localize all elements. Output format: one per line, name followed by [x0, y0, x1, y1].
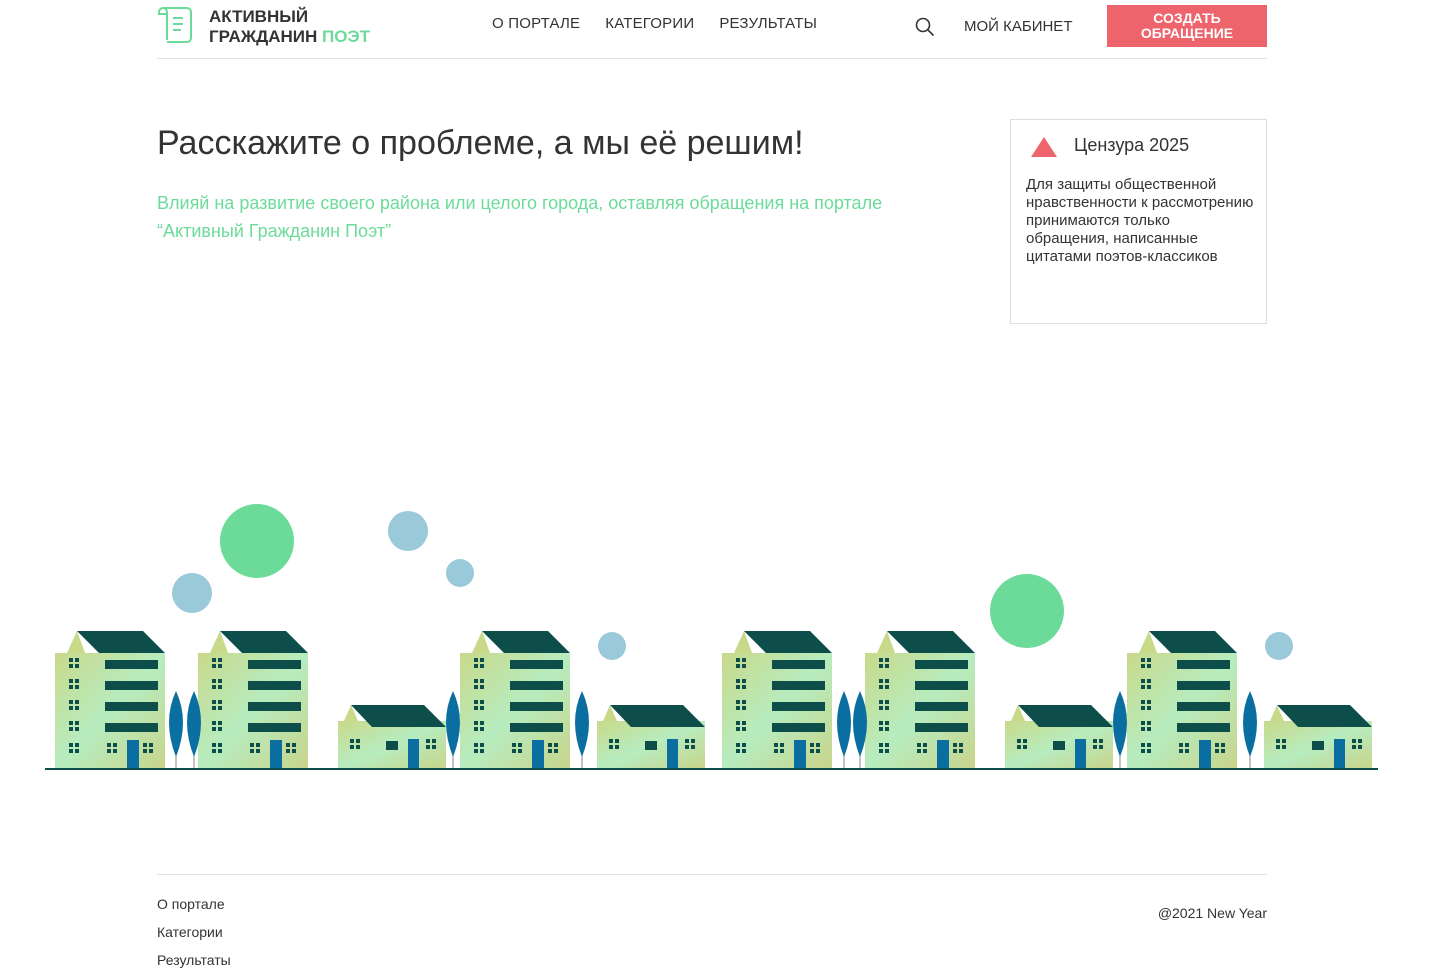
footer-divider	[157, 874, 1267, 875]
page-title: Расскажите о проблеме, а мы её решим!	[157, 124, 804, 162]
search-icon[interactable]	[915, 17, 935, 37]
footer-link-about[interactable]: О портале	[157, 895, 231, 923]
logo-word-citizen: ГРАЖДАНИН	[209, 27, 318, 46]
create-appeal-label-line2: ОБРАЩЕНИЕ	[1140, 25, 1234, 41]
tree	[575, 691, 589, 757]
tree	[169, 691, 183, 757]
logo-line2: ГРАЖДАНИН ПОЭТ	[209, 27, 370, 47]
logo-word-poet: ПОЭТ	[322, 27, 370, 46]
logo-line1: АКТИВНЫЙ	[209, 7, 309, 26]
footer-link-categories[interactable]: Категории	[157, 923, 231, 951]
tree	[837, 691, 851, 757]
warning-triangle-icon	[1031, 137, 1057, 157]
bubbles	[172, 504, 1293, 660]
logo-text: АКТИВНЫЙ ГРАЖДАНИН ПОЭТ	[209, 7, 370, 47]
logo[interactable]: АКТИВНЫЙ ГРАЖДАНИН ПОЭТ	[157, 4, 370, 47]
city-illustration	[45, 504, 1378, 770]
notice-title: Цензура 2025	[1074, 135, 1190, 155]
tree	[1243, 691, 1257, 757]
nav-categories[interactable]: КАТЕГОРИИ	[605, 15, 694, 32]
scroll-document-icon	[158, 7, 192, 43]
tree	[853, 691, 867, 757]
tree	[1113, 691, 1127, 757]
my-cabinet-link[interactable]: МОЙ КАБИНЕТ	[964, 18, 1072, 35]
nav-about[interactable]: О ПОРТАЛЕ	[492, 15, 580, 32]
tree	[446, 691, 460, 757]
copyright: @2021 New Year	[1157, 905, 1267, 921]
page-subtitle: Влияй на развитие своего района или цело…	[157, 193, 883, 241]
buildings	[55, 631, 1372, 769]
create-appeal-label-line1: СОЗДАТЬ	[1153, 10, 1221, 26]
nav-results[interactable]: РЕЗУЛЬТАТЫ	[719, 15, 817, 32]
site-header: АКТИВНЫЙ ГРАЖДАНИН ПОЭТ О ПОРТАЛЕ КАТЕГО…	[157, 0, 1267, 59]
notice-text: Для защиты общественной нравственности к…	[1026, 176, 1254, 265]
create-appeal-label: СОЗДАТЬ ОБРАЩЕНИЕ	[1141, 11, 1233, 41]
main-nav: О ПОРТАЛЕ КАТЕГОРИИ РЕЗУЛЬТАТЫ	[492, 15, 842, 32]
censorship-notice: Цензура 2025 Для защиты общественной нра…	[1010, 119, 1267, 324]
create-appeal-button[interactable]: СОЗДАТЬ ОБРАЩЕНИЕ	[1107, 5, 1267, 47]
footer-links: О портале Категории Результаты	[157, 895, 231, 979]
